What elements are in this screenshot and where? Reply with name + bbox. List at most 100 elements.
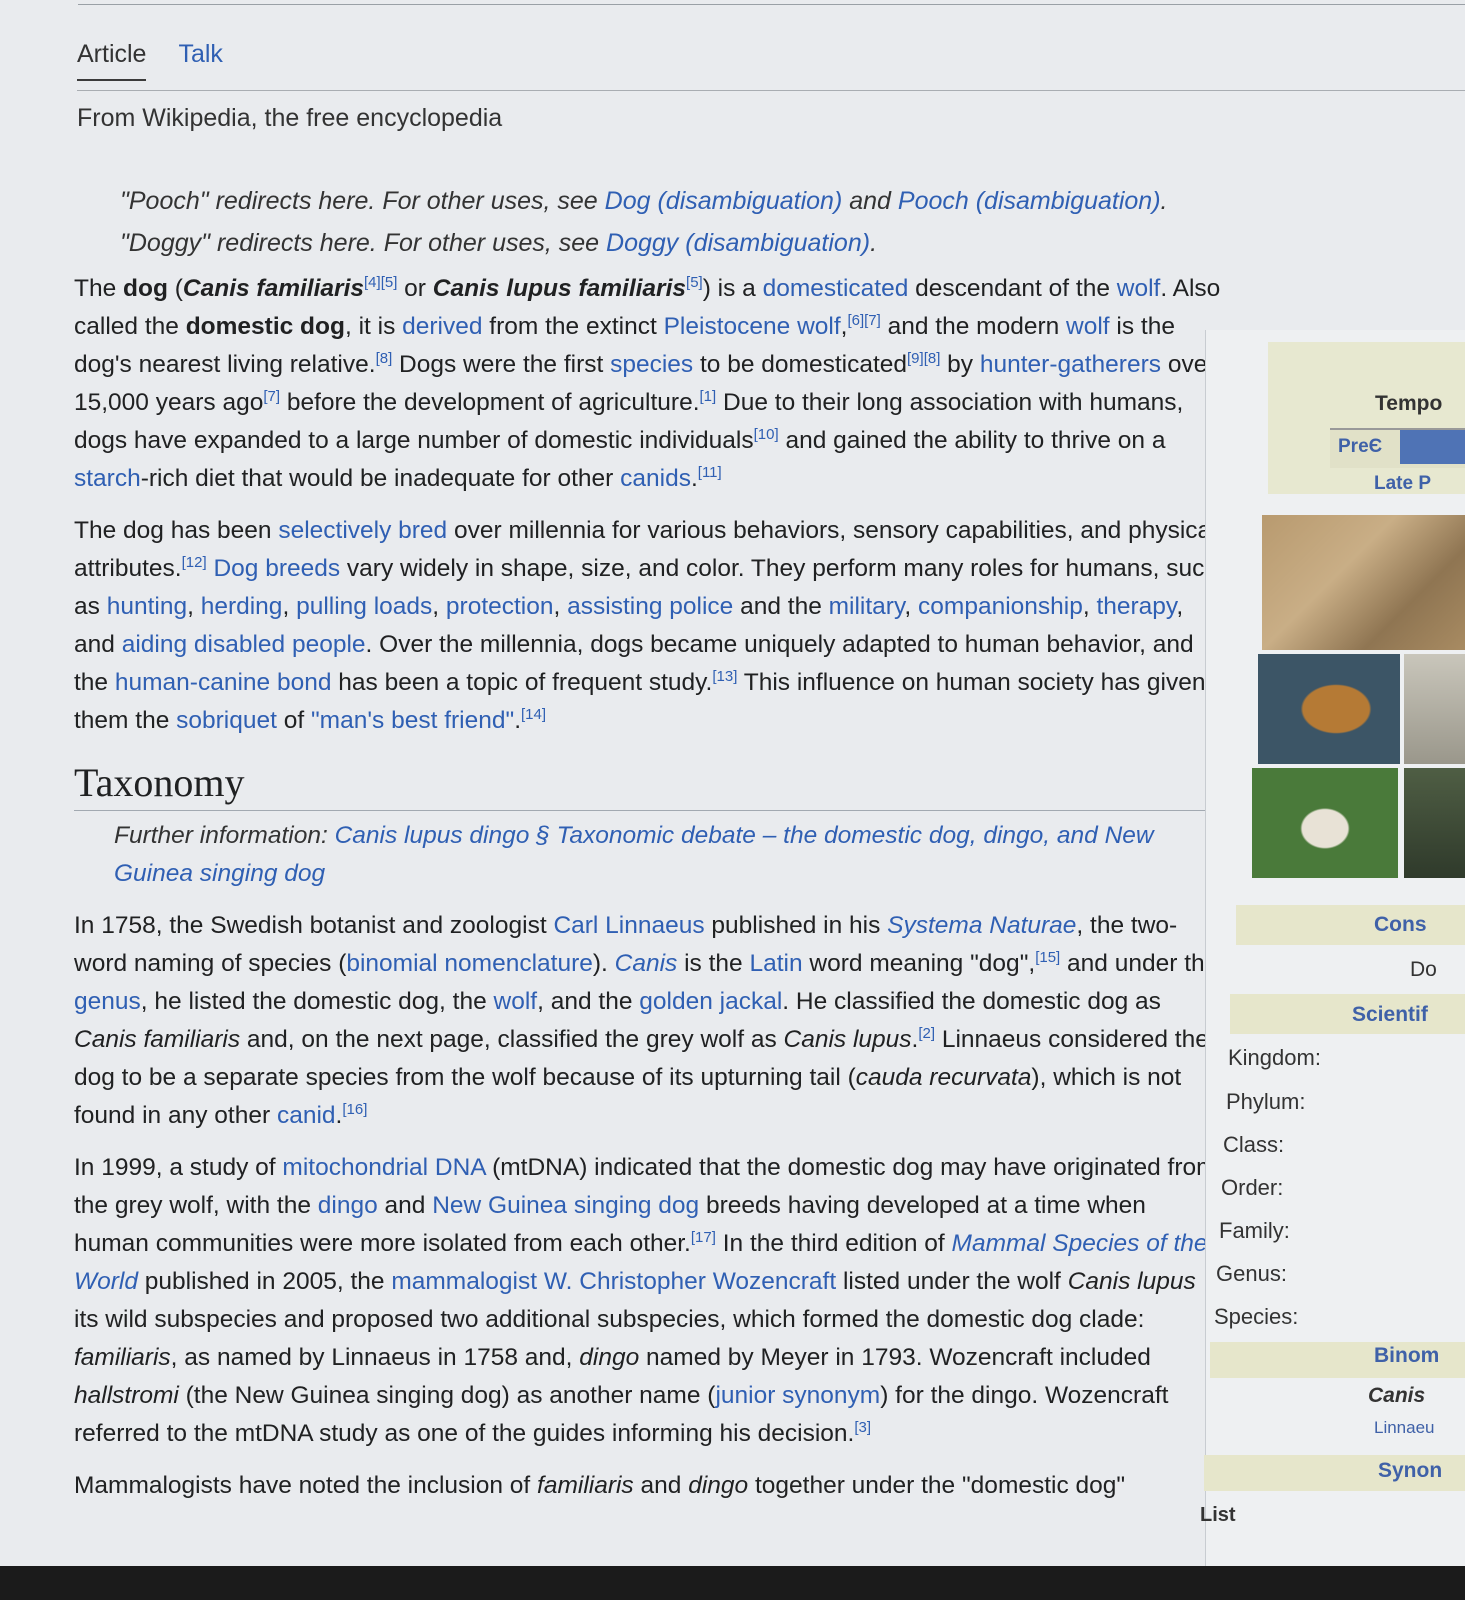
link-pleistocene-wolf[interactable]: Pleistocene wolf: [664, 313, 841, 340]
link-systema-naturae[interactable]: Systema Naturae: [887, 912, 1076, 939]
hatnotes: "Pooch" redirects here. For other uses, …: [120, 180, 1230, 264]
conservation-status-band: [1236, 905, 1465, 945]
citation[interactable]: [8]: [376, 350, 393, 367]
tabs-divider: [77, 90, 1465, 91]
conservation-status-label: Cons: [1374, 913, 1427, 936]
rank-kingdom: Kingdom:: [1228, 1045, 1321, 1070]
link-assisting-police[interactable]: assisting police: [567, 593, 733, 620]
citation[interactable]: [13]: [712, 668, 737, 685]
link-canid[interactable]: canid: [277, 1102, 336, 1129]
citation[interactable]: [16]: [342, 1101, 367, 1118]
link-pooch-disambiguation[interactable]: Pooch (disambiguation): [898, 187, 1161, 215]
link-pulling-loads[interactable]: pulling loads: [296, 593, 432, 620]
citation[interactable]: [1]: [700, 388, 717, 405]
citation[interactable]: [3]: [854, 1419, 871, 1436]
link-hunting[interactable]: hunting: [107, 593, 187, 620]
citation[interactable]: [11]: [698, 464, 722, 481]
link-latin[interactable]: Latin: [749, 950, 802, 977]
taxonomy-paragraph-3: Mammalogists have noted the inclusion of…: [74, 1472, 1126, 1499]
photo-dog-2[interactable]: [1404, 654, 1465, 764]
binomial-authority-link[interactable]: Linnaeu: [1374, 1418, 1435, 1438]
scientific-classification-band: [1230, 994, 1465, 1034]
link-derived[interactable]: derived: [402, 313, 482, 340]
rank-genus: Genus:: [1216, 1261, 1287, 1286]
link-selectively-bred[interactable]: selectively bred: [278, 517, 447, 544]
link-mammalogist[interactable]: mammalogist: [391, 1268, 537, 1295]
rank-phylum: Phylum:: [1226, 1089, 1306, 1114]
site-tagline: From Wikipedia, the free encyclopedia: [77, 104, 503, 132]
temporal-range-panel: [1268, 342, 1465, 494]
link-species[interactable]: species: [610, 351, 693, 378]
rank-species: Species:: [1214, 1304, 1299, 1329]
photo-terrier[interactable]: [1252, 768, 1398, 878]
citation[interactable]: [14]: [521, 706, 546, 723]
link-canis[interactable]: Canis: [615, 950, 678, 977]
binomial-name-value: Canis: [1368, 1384, 1426, 1407]
citation[interactable]: [4][5]: [364, 274, 397, 291]
article-body: The dog (Canis familiaris[4][5] or Canis…: [74, 270, 1224, 1519]
link-dingo[interactable]: dingo: [318, 1192, 378, 1219]
citation[interactable]: [15]: [1035, 949, 1060, 966]
link-golden-jackal[interactable]: golden jackal: [639, 988, 782, 1015]
temporal-range-label: Tempo: [1375, 392, 1443, 415]
link-aiding-disabled[interactable]: aiding disabled people: [122, 631, 366, 658]
citation[interactable]: [7]: [263, 388, 280, 405]
citation[interactable]: [2]: [918, 1025, 935, 1042]
link-wolf[interactable]: wolf: [494, 988, 538, 1015]
rank-family: Family:: [1219, 1218, 1290, 1243]
link-sobriquet[interactable]: sobriquet: [176, 707, 277, 734]
timeline-highlight: [1400, 430, 1465, 464]
intro-paragraph-2: The dog has been selectively bred over m…: [74, 517, 1218, 734]
link-herding[interactable]: herding: [201, 593, 283, 620]
binomial-name-label: Binom: [1374, 1344, 1440, 1367]
link-mans-best-friend[interactable]: "man's best friend": [311, 707, 514, 734]
link-therapy[interactable]: therapy: [1096, 593, 1176, 620]
link-dog-breeds[interactable]: Dog breeds: [213, 555, 340, 582]
synonyms-label: Synon: [1378, 1459, 1443, 1482]
section-heading-taxonomy: Taxonomy: [74, 763, 1224, 811]
link-mitochondrial-dna[interactable]: mitochondrial DNA: [282, 1154, 485, 1181]
link-starch[interactable]: starch: [74, 465, 141, 492]
link-new-guinea-singing-dog[interactable]: New Guinea singing dog: [432, 1192, 699, 1219]
citation[interactable]: [17]: [691, 1229, 716, 1246]
synonyms-list-toggle[interactable]: List: [1200, 1504, 1236, 1527]
link-companionship[interactable]: companionship: [918, 593, 1083, 620]
scientific-classification-label: Scientif: [1352, 1003, 1428, 1026]
link-protection[interactable]: protection: [446, 593, 554, 620]
link-domesticated[interactable]: domesticated: [763, 275, 909, 302]
tab-talk[interactable]: Talk: [178, 40, 222, 81]
citation[interactable]: [12]: [182, 554, 207, 571]
photo-dog-4[interactable]: [1404, 768, 1465, 878]
further-information-note: Further information: Canis lupus dingo §…: [114, 822, 1154, 887]
link-doggy-disambiguation[interactable]: Doggy (disambiguation): [606, 229, 870, 257]
citation[interactable]: [9][8]: [907, 350, 940, 367]
hatnote-doggy: "Doggy" redirects here. For other uses, …: [120, 229, 878, 257]
link-carl-linnaeus[interactable]: Carl Linnaeus: [553, 912, 704, 939]
link-junior-synonym[interactable]: junior synonym: [715, 1382, 880, 1409]
timeline-late-pleistocene-link[interactable]: Late P: [1374, 473, 1431, 495]
link-wolf[interactable]: wolf: [1066, 313, 1110, 340]
citation[interactable]: [5]: [686, 274, 703, 291]
citation[interactable]: [10]: [754, 426, 779, 443]
taxonomy-paragraph-1: In 1758, the Swedish botanist and zoolog…: [74, 912, 1223, 1129]
rank-class: Class:: [1223, 1132, 1285, 1157]
link-dog-disambiguation[interactable]: Dog (disambiguation): [605, 187, 843, 215]
photo-dogs-running[interactable]: [1262, 515, 1465, 650]
hatnote-pooch: "Pooch" redirects here. For other uses, …: [120, 187, 1168, 215]
link-genus[interactable]: genus: [74, 988, 141, 1015]
photo-golden-retriever[interactable]: [1258, 654, 1400, 764]
timeline-precambrian-link[interactable]: PreЄ: [1338, 436, 1382, 458]
link-human-canine-bond[interactable]: human-canine bond: [115, 669, 332, 696]
taskbar: [0, 1566, 1465, 1600]
top-border: [78, 4, 1465, 5]
domesticated-label: Do: [1410, 958, 1437, 981]
link-binomial-nomenclature[interactable]: binomial nomenclature: [346, 950, 593, 977]
link-wolf[interactable]: wolf: [1117, 275, 1161, 302]
link-canids[interactable]: canids: [620, 465, 691, 492]
tab-article[interactable]: Article: [77, 40, 147, 81]
citation[interactable]: [6][7]: [847, 312, 880, 329]
rank-order: Order:: [1221, 1175, 1284, 1200]
link-military[interactable]: military: [829, 593, 905, 620]
link-wozencraft[interactable]: W. Christopher Wozencraft: [544, 1268, 836, 1295]
link-hunter-gatherers[interactable]: hunter-gatherers: [980, 351, 1161, 378]
